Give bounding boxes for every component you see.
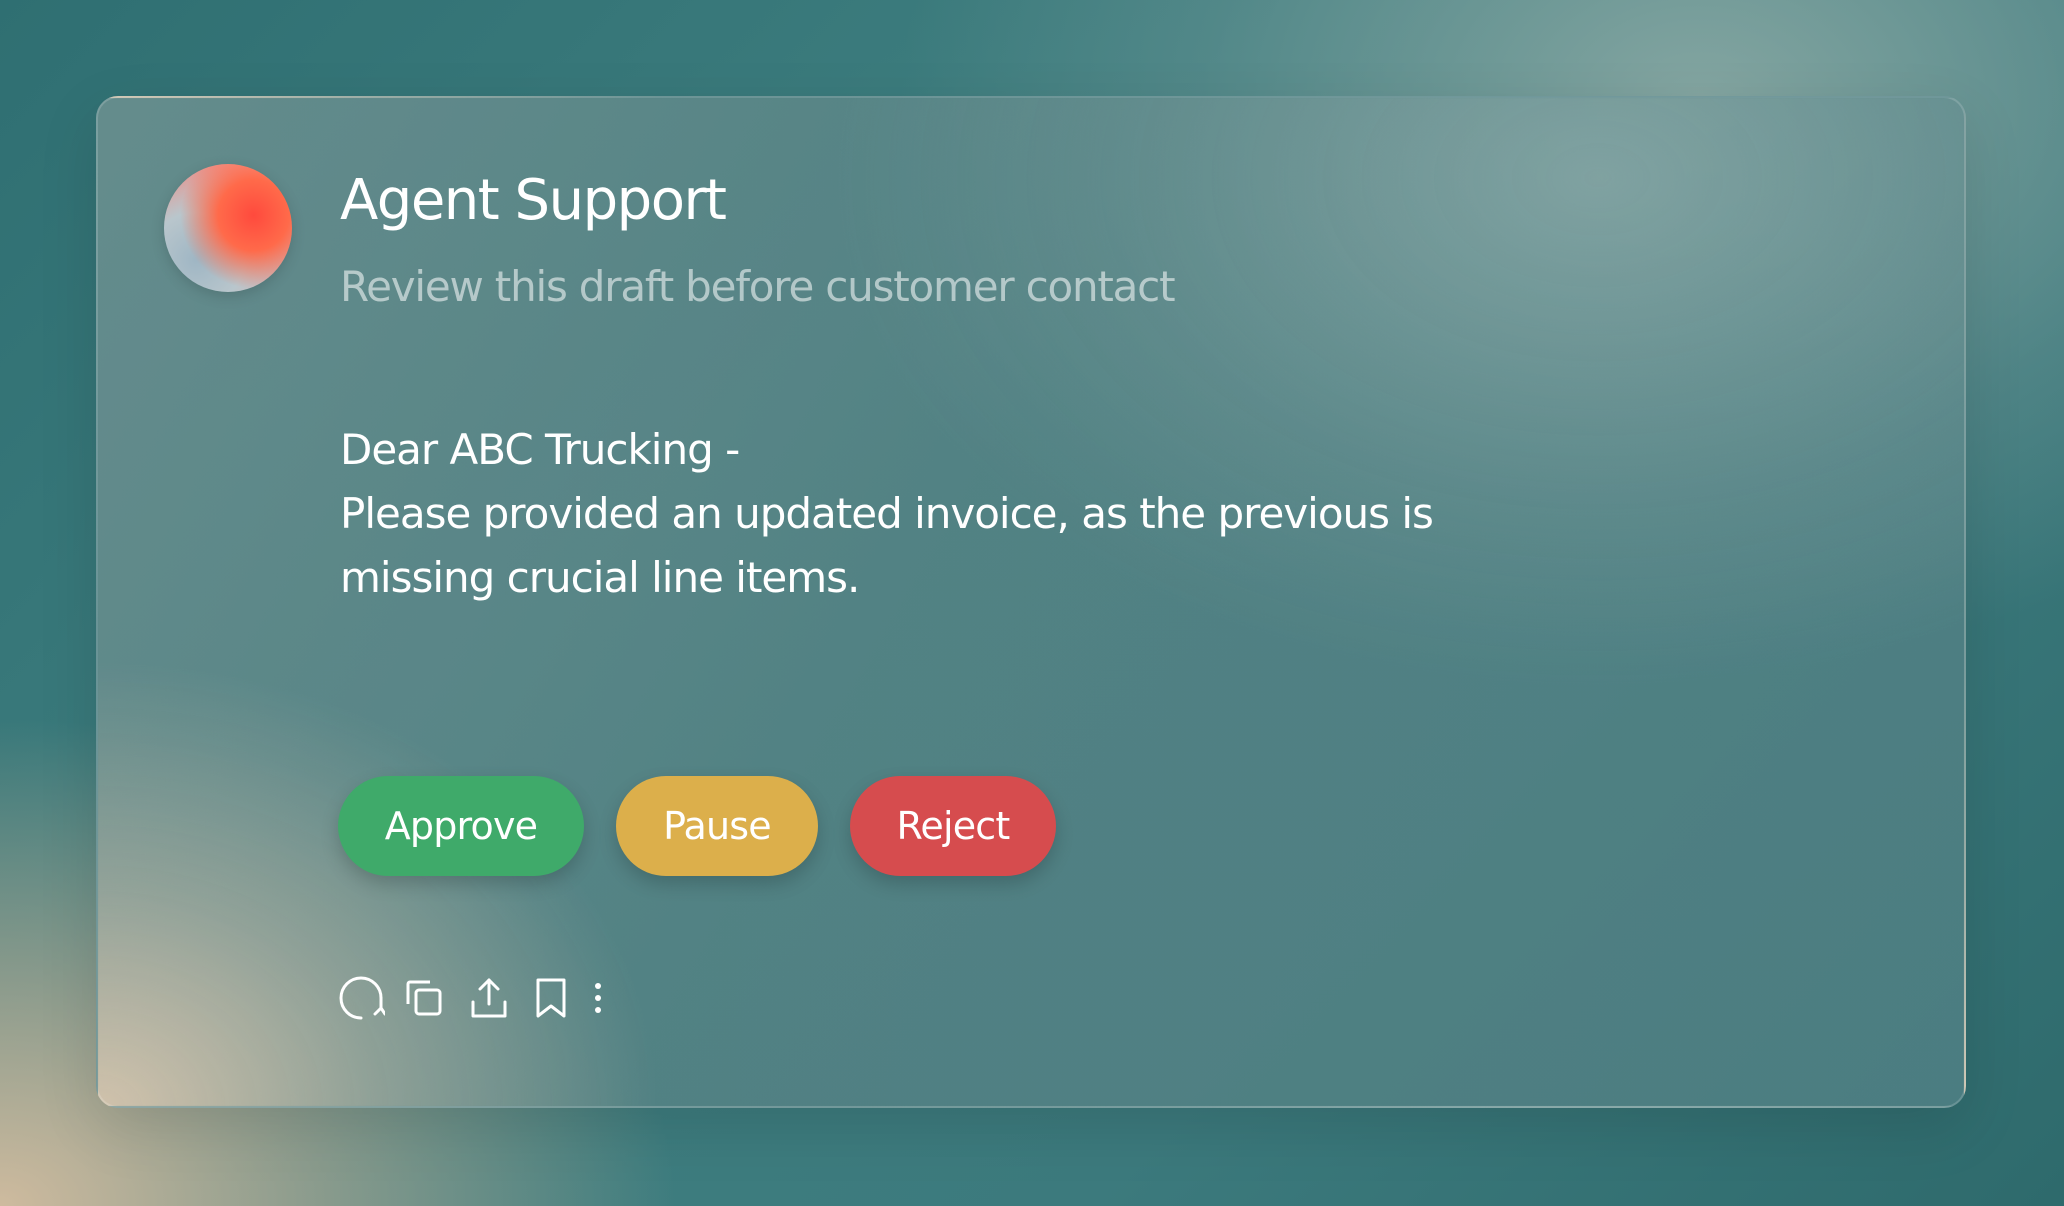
refresh-icon[interactable] [336,972,386,1024]
pause-button[interactable]: Pause [616,776,818,876]
agent-avatar [164,164,292,292]
message-toolbar [336,972,606,1024]
copy-icon[interactable] [402,972,446,1024]
reject-button[interactable]: Reject [850,776,1056,876]
message-line: Please provided an updated invoice, as t… [340,489,1434,538]
more-icon[interactable] [590,972,606,1024]
bookmark-icon[interactable] [532,972,570,1024]
share-icon[interactable] [468,972,510,1024]
card-title: Agent Support [340,168,727,233]
approve-button[interactable]: Approve [338,776,584,876]
message-line: missing crucial line items. [340,553,860,602]
message-line: Dear ABC Trucking - [340,425,740,474]
card-subtitle: Review this draft before customer contac… [340,262,1176,311]
draft-message: Dear ABC Trucking - Please provided an u… [340,418,1540,610]
